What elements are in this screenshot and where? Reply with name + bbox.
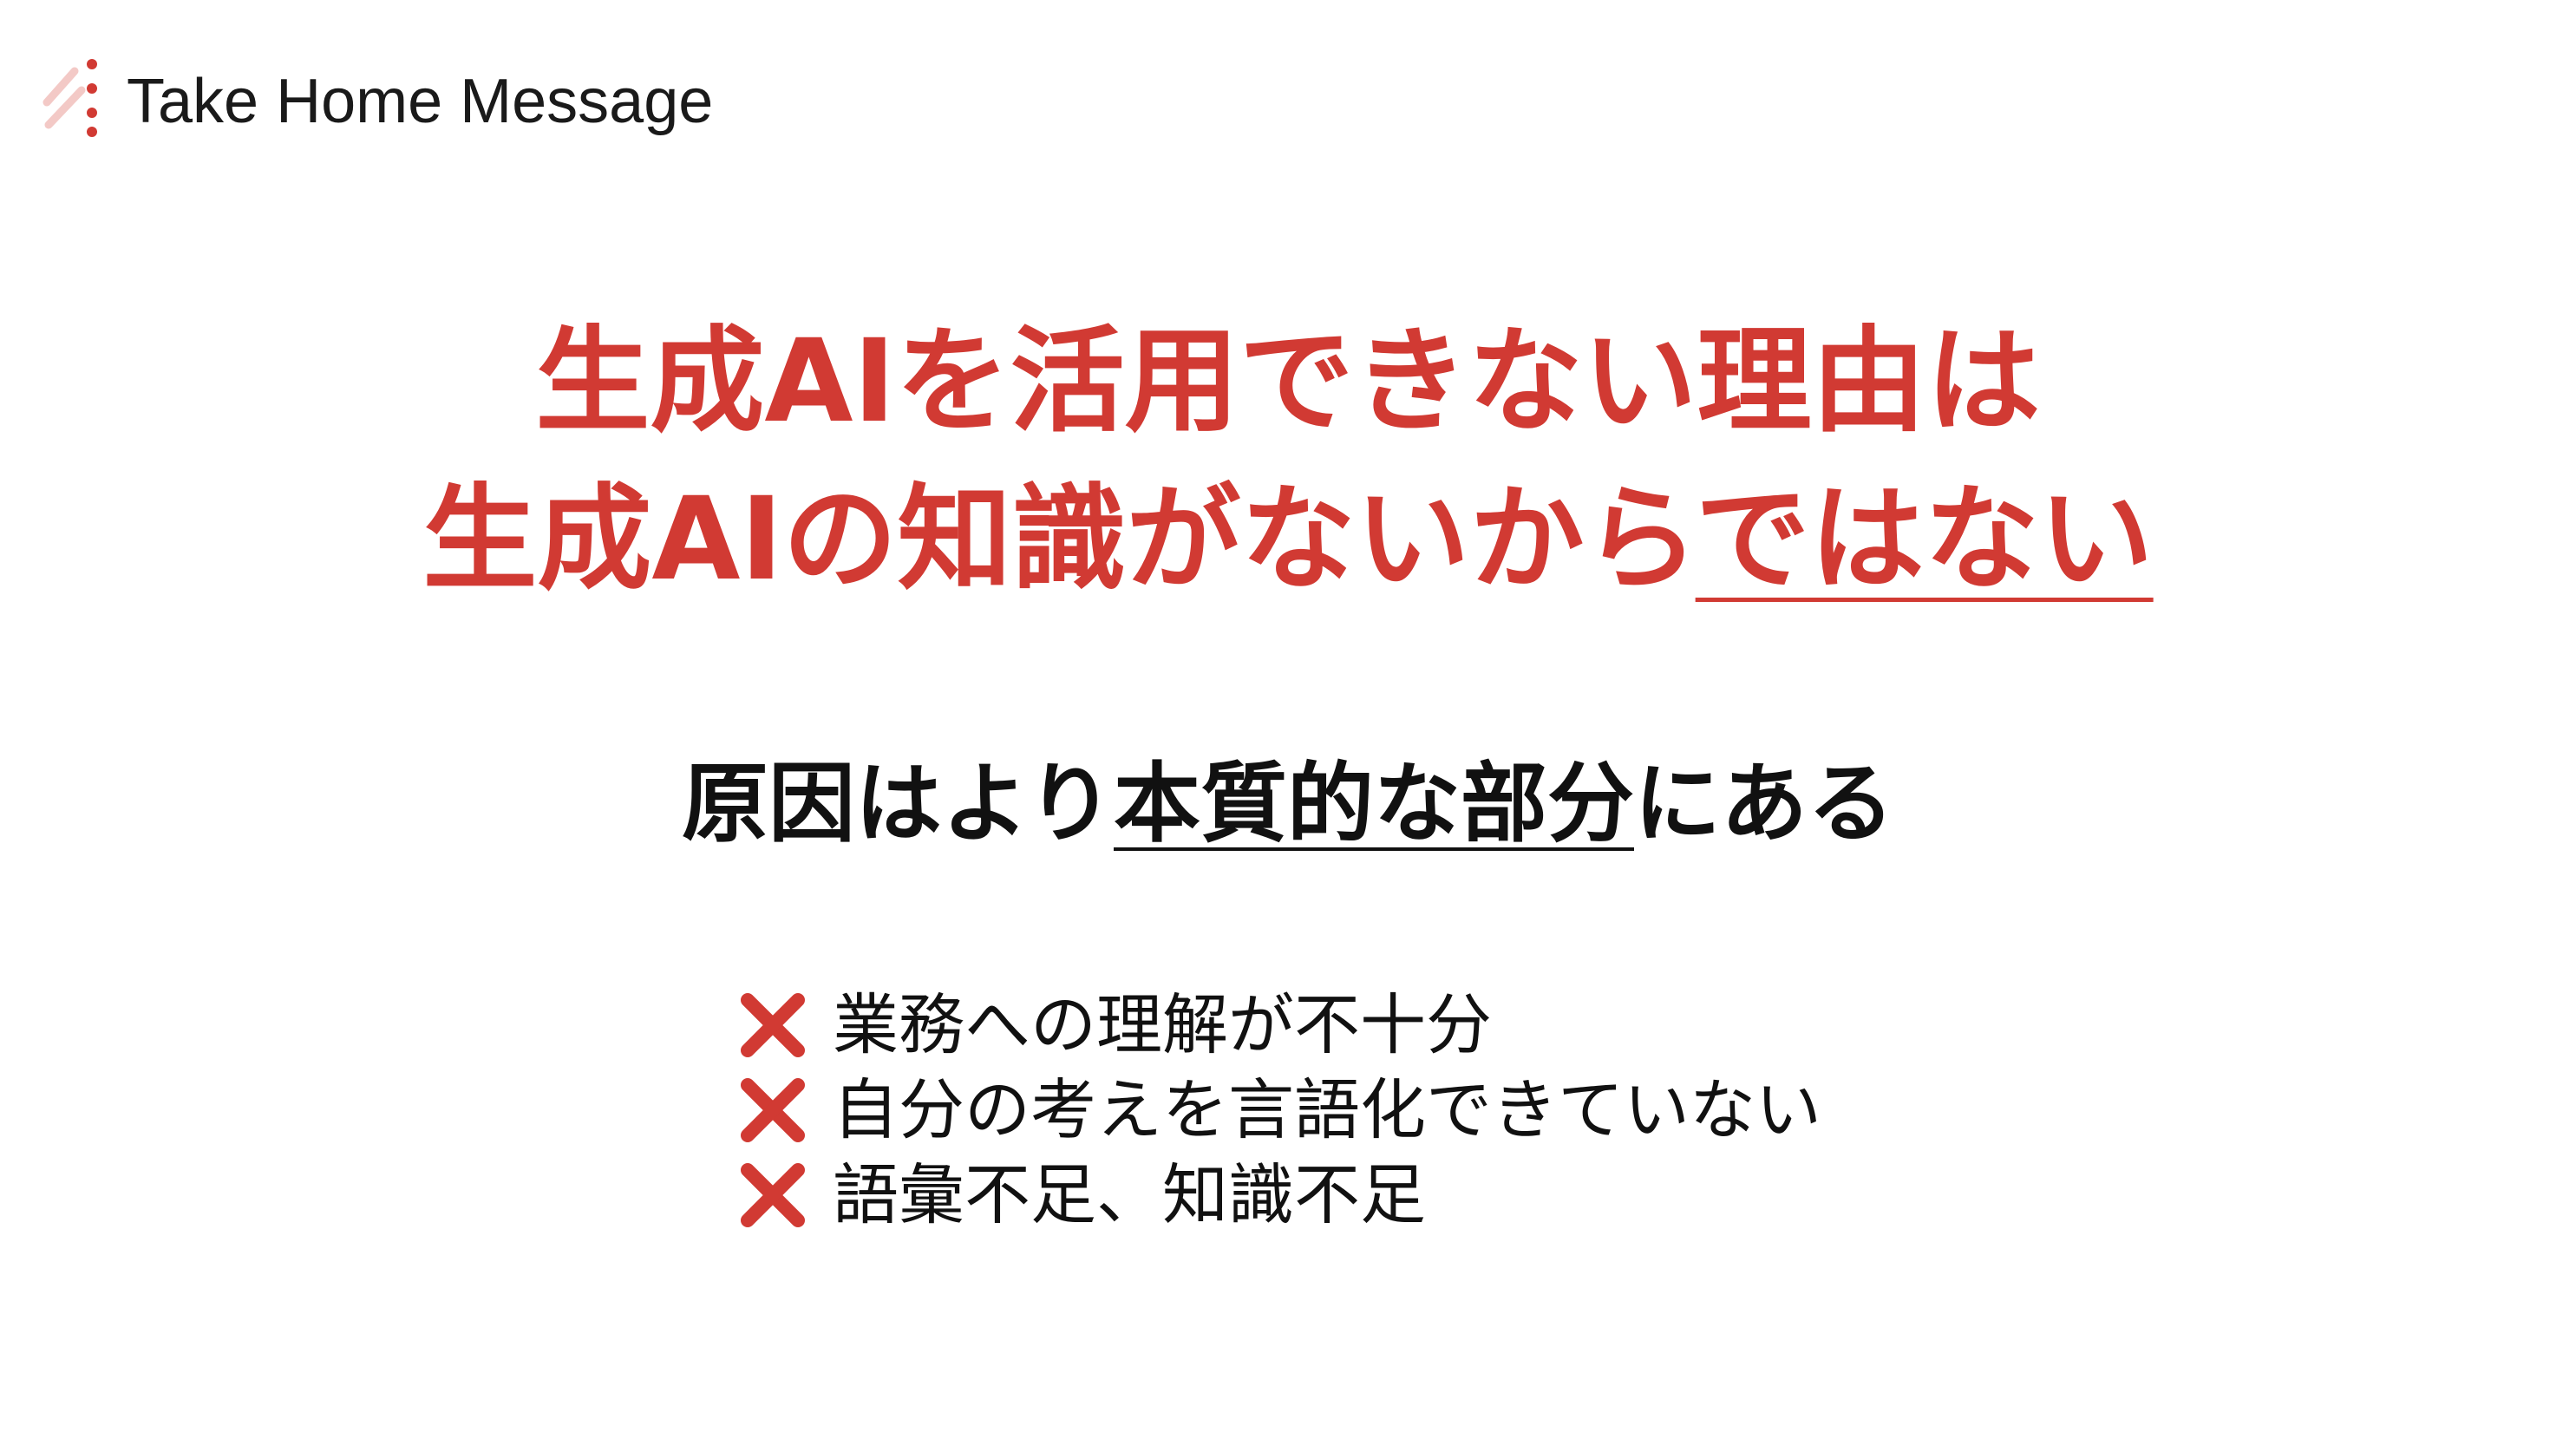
headline-line-1: 生成AIを活用できない理由は [535, 315, 2041, 448]
list-item: 語彙不足、知識不足 [737, 1154, 1821, 1237]
dotted-arrow-logo-icon [42, 59, 97, 137]
reason-text: 自分の考えを言語化できていない [833, 1071, 1821, 1148]
slide: Take Home Message 生成AIを活用できない理由は 生成AIの知識… [0, 0, 2576, 1445]
cross-mark-icon [741, 1078, 805, 1142]
subheading: 原因はより本質的な部分にある [0, 748, 2576, 860]
list-item: 業務への理解が不十分 [737, 984, 1821, 1067]
cross-mark-icon [741, 993, 805, 1057]
list-item: 自分の考えを言語化できていない [737, 1069, 1821, 1152]
subheading-prefix: 原因はより [682, 753, 1114, 854]
subheading-suffix: にある [1634, 753, 1894, 854]
reason-list: 業務への理解が不十分 自分の考えを言語化できていない 語彙不足、知識不足 [737, 984, 1821, 1239]
subheading-emphasis: 本質的な部分 [1114, 753, 1634, 854]
headline-line-2: 生成AIの知識がないからではない [0, 470, 2576, 609]
cross-mark-icon [741, 1163, 805, 1227]
headline-emphasis: ではない [1695, 473, 2154, 606]
reason-text: 業務への理解が不十分 [833, 986, 1492, 1063]
headline-line-2-main: 生成AIの知識がないから [422, 473, 1696, 606]
reason-text: 語彙不足、知識不足 [833, 1156, 1426, 1233]
page-title: Take Home Message [127, 67, 714, 136]
